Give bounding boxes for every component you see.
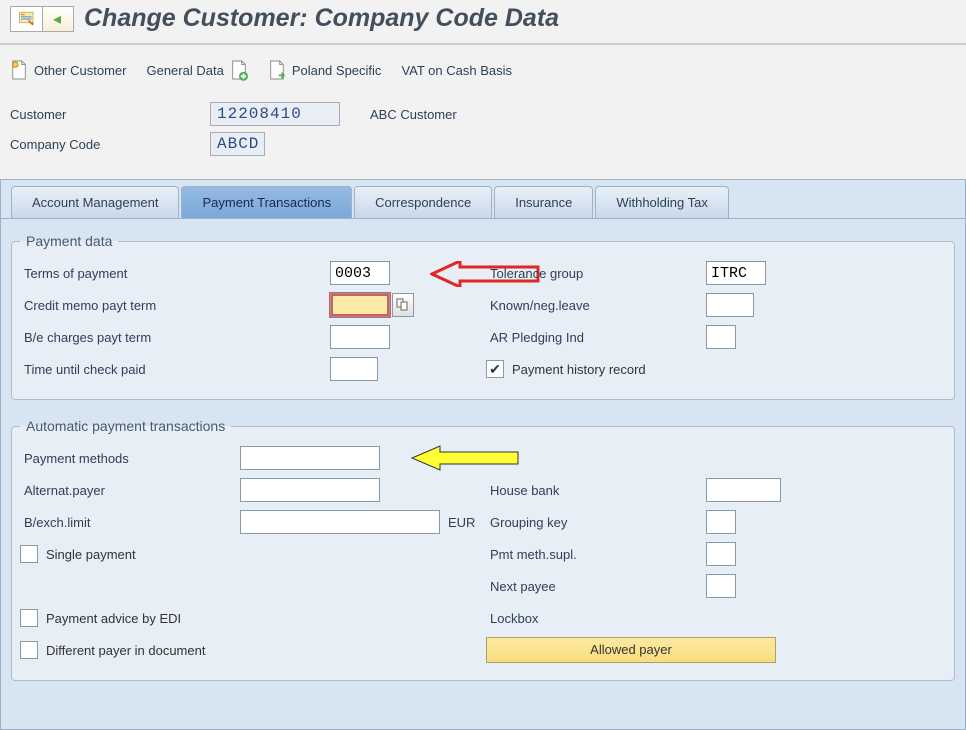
customer-label: Customer	[10, 107, 210, 122]
poland-specific-label: Poland Specific	[292, 63, 382, 78]
page-title: Change Customer: Company Code Data	[84, 4, 559, 33]
single-payment-label: Single payment	[46, 547, 136, 562]
poland-specific-button[interactable]: Poland Specific	[268, 59, 382, 81]
pmt-meth-supl-input[interactable]	[706, 542, 736, 566]
tab-insurance[interactable]: Insurance	[494, 186, 593, 218]
time-check-input[interactable]	[330, 357, 378, 381]
tolerance-group-label: Tolerance group	[486, 266, 706, 281]
payment-methods-label: Payment methods	[20, 451, 240, 466]
bexch-limit-input[interactable]	[240, 510, 440, 534]
alt-payer-label: Alternat.payer	[20, 483, 240, 498]
general-data-label: General Data	[146, 63, 223, 78]
terms-of-payment-label: Terms of payment	[20, 266, 330, 281]
known-neg-input[interactable]	[706, 293, 754, 317]
form-icon	[11, 7, 43, 31]
app-toolbar: Other Customer General Data Poland Speci…	[0, 45, 966, 99]
house-bank-input[interactable]	[706, 478, 781, 502]
known-neg-label: Known/neg.leave	[486, 298, 706, 313]
document-icon	[10, 59, 28, 81]
allowed-payer-button[interactable]: Allowed payer	[486, 637, 776, 663]
different-payer-label: Different payer in document	[46, 643, 205, 658]
other-customer-button[interactable]: Other Customer	[10, 59, 126, 81]
tabs: Account Management Payment Transactions …	[1, 186, 965, 219]
credit-memo-term-label: Credit memo payt term	[20, 298, 330, 313]
payment-advice-edi-label: Payment advice by EDI	[46, 611, 181, 626]
be-charges-input[interactable]	[330, 325, 390, 349]
tab-payment-transactions[interactable]: Payment Transactions	[181, 186, 352, 218]
ar-pledging-label: AR Pledging Ind	[486, 330, 706, 345]
house-bank-label: House bank	[486, 483, 706, 498]
bexch-limit-label: B/exch.limit	[20, 515, 240, 530]
company-code-value: ABCD	[210, 132, 265, 156]
different-payer-checkbox[interactable]	[20, 641, 38, 659]
other-customer-label: Other Customer	[34, 63, 126, 78]
general-data-button[interactable]: General Data	[146, 59, 247, 81]
f4-help-button[interactable]	[392, 293, 414, 317]
dropdown-arrow-icon: ◂	[53, 9, 61, 29]
tab-page-payment: Payment data Terms of payment Credit mem…	[0, 219, 966, 730]
time-check-label: Time until check paid	[20, 362, 330, 377]
single-payment-checkbox[interactable]	[20, 545, 38, 563]
document-forward-icon	[268, 59, 286, 81]
tab-account-management[interactable]: Account Management	[11, 186, 179, 218]
grouping-key-input[interactable]	[706, 510, 736, 534]
pmt-meth-supl-label: Pmt meth.supl.	[486, 547, 706, 562]
auto-payment-legend: Automatic payment transactions	[20, 418, 231, 434]
terms-of-payment-input[interactable]	[330, 261, 390, 285]
title-bar: ◂ Change Customer: Company Code Data	[0, 0, 966, 45]
vat-cash-label: VAT on Cash Basis	[401, 63, 512, 78]
auto-payment-group: Automatic payment transactions Payment m…	[11, 418, 955, 681]
tabstrip: Account Management Payment Transactions …	[0, 179, 966, 219]
tab-withholding-tax[interactable]: Withholding Tax	[595, 186, 729, 218]
be-charges-label: B/e charges payt term	[20, 330, 330, 345]
payment-methods-input[interactable]	[240, 446, 380, 470]
search-help-icon	[396, 298, 410, 312]
lockbox-label: Lockbox	[486, 611, 706, 626]
tab-correspondence[interactable]: Correspondence	[354, 186, 492, 218]
menu-icon-box[interactable]: ◂	[10, 6, 74, 32]
vat-cash-button[interactable]: VAT on Cash Basis	[401, 63, 512, 78]
customer-value: 12208410	[210, 102, 340, 126]
alt-payer-input[interactable]	[240, 478, 380, 502]
document-add-icon	[230, 59, 248, 81]
next-payee-input[interactable]	[706, 574, 736, 598]
header-fields: Customer 12208410 ABC Customer Company C…	[0, 99, 966, 179]
credit-memo-term-input[interactable]	[330, 293, 390, 317]
payment-history-label: Payment history record	[512, 362, 646, 377]
company-code-label: Company Code	[10, 137, 210, 152]
next-payee-label: Next payee	[486, 579, 706, 594]
bexch-unit: EUR	[448, 515, 475, 530]
payment-data-group: Payment data Terms of payment Credit mem…	[11, 233, 955, 400]
customer-name: ABC Customer	[370, 107, 457, 122]
payment-history-checkbox[interactable]	[486, 360, 504, 378]
payment-data-legend: Payment data	[20, 233, 118, 249]
ar-pledging-input[interactable]	[706, 325, 736, 349]
grouping-key-label: Grouping key	[486, 515, 706, 530]
tolerance-group-input[interactable]	[706, 261, 766, 285]
payment-advice-edi-checkbox[interactable]	[20, 609, 38, 627]
